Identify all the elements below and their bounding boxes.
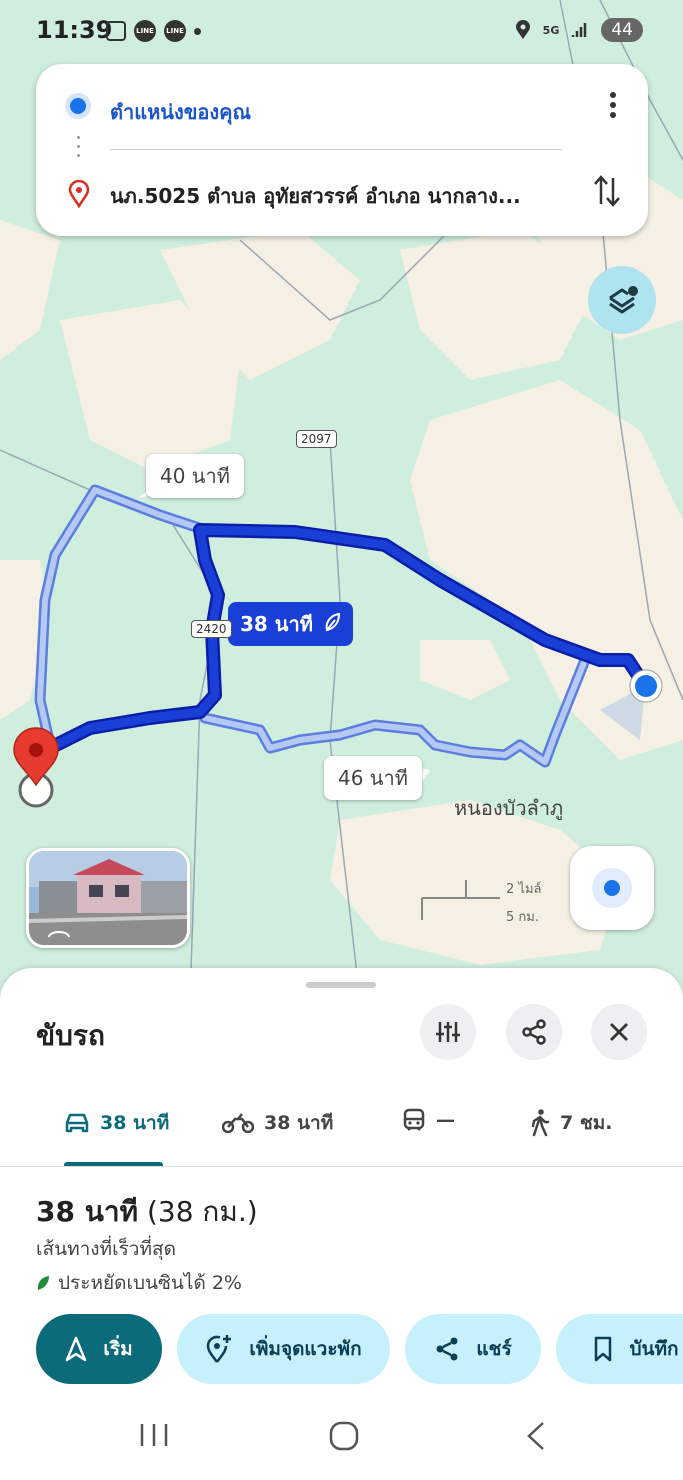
- directions-sheet: ขับรถ 38 นาที 38 นาที — 7 ชม. 38 นาที (3…: [0, 968, 683, 1480]
- line-icon: LINE: [164, 20, 186, 42]
- add-stop-button[interactable]: เพิ่มจุดแวะพัก: [177, 1314, 390, 1384]
- route-time-bubble-main[interactable]: 38 นาที: [228, 602, 353, 646]
- tab-transit-label: —: [436, 1109, 455, 1131]
- close-button[interactable]: [591, 1004, 647, 1060]
- route-card: ตำแหน่งของคุณ นภ.5025 ตำบล อุทัยสวรรค์ อ…: [36, 64, 648, 236]
- route-time-bubble-46[interactable]: 46 นาที: [324, 756, 422, 800]
- back-icon[interactable]: [524, 1420, 548, 1452]
- route-time-bubble-40[interactable]: 40 นาที: [146, 454, 244, 498]
- my-location-icon: [592, 868, 632, 908]
- recent-apps-icon[interactable]: [138, 1420, 170, 1450]
- tab-drive-label: 38 นาที: [100, 1112, 170, 1134]
- status-time: 11:39: [36, 16, 113, 44]
- share-icon: [522, 1019, 546, 1045]
- main-route-time: 38 นาที: [240, 612, 313, 636]
- tab-walk[interactable]: 7 ชม.: [530, 1108, 612, 1138]
- destination-row[interactable]: นภ.5025 ตำบล อุทัยสวรรค์ อำเภอ นากลาง...: [36, 174, 648, 214]
- swap-route-button[interactable]: [592, 174, 622, 212]
- signal-icon: [572, 23, 587, 37]
- fuel-saving-note: ประหยัดเบนซินได้ 2%: [36, 1268, 242, 1298]
- summary-time: 38 นาที: [36, 1195, 139, 1228]
- eco-leaf-icon: [37, 1276, 49, 1290]
- share-icon: [436, 1337, 458, 1361]
- system-nav-bar: [0, 1400, 683, 1480]
- layers-button[interactable]: [588, 266, 656, 334]
- route-summary: 38 นาที (38 กม.): [36, 1190, 258, 1234]
- home-icon[interactable]: [328, 1420, 360, 1452]
- train-icon: [403, 1108, 425, 1131]
- my-location-button[interactable]: [570, 846, 654, 930]
- sheet-drag-handle[interactable]: [306, 982, 376, 988]
- battery-indicator: 44: [601, 18, 643, 42]
- tab-walk-label: 7 ชม.: [560, 1112, 613, 1134]
- summary-distance: (38 กม.): [146, 1195, 258, 1228]
- more-options-button[interactable]: [608, 92, 618, 122]
- route-divider: [110, 149, 562, 150]
- start-label: เริ่ม: [103, 1338, 133, 1360]
- start-button[interactable]: เริ่ม: [36, 1314, 162, 1384]
- layers-icon: [609, 286, 638, 314]
- travel-mode-tabs: 38 นาที 38 นาที — 7 ชม.: [0, 1098, 683, 1168]
- origin-dot-icon: [70, 98, 86, 114]
- screenshot-icon: [106, 21, 126, 41]
- share-directions-button[interactable]: [506, 1004, 562, 1060]
- more-vert-icon: [610, 92, 616, 118]
- fastest-route-label: เส้นทางที่เร็วที่สุด: [36, 1238, 176, 1260]
- tab-motorcycle-label: 38 นาที: [264, 1112, 334, 1134]
- motorcycle-icon: [222, 1113, 254, 1133]
- map-scale: 2 ไมล์ 5 กม.: [420, 876, 550, 926]
- tune-icon: [436, 1022, 460, 1042]
- save-button[interactable]: บันทึก: [556, 1314, 683, 1384]
- status-bar: 11:39 LINE LINE 5G 44: [0, 0, 683, 62]
- add-location-icon: [207, 1335, 232, 1363]
- 5g-signal-icon: 5G: [542, 23, 560, 37]
- navigation-arrow-icon: [66, 1336, 87, 1362]
- eco-leaf-icon: [323, 612, 341, 637]
- origin-row[interactable]: ตำแหน่งของคุณ: [36, 90, 648, 130]
- scale-km: 5 กม.: [506, 910, 539, 925]
- bookmark-icon: [595, 1336, 612, 1362]
- share-button[interactable]: แชร์: [405, 1314, 541, 1384]
- scale-miles: 2 ไมล์: [506, 882, 542, 897]
- close-icon: [610, 1023, 628, 1041]
- route-dots: [77, 136, 80, 164]
- walk-icon: [531, 1109, 550, 1137]
- tabs-divider: [0, 1166, 683, 1167]
- share-label: แชร์: [476, 1338, 512, 1360]
- line-icon: LINE: [134, 20, 156, 42]
- place-label: หนองบัวลำภู: [454, 796, 564, 820]
- add-stop-label: เพิ่มจุดแวะพัก: [249, 1338, 362, 1360]
- destination-label: นภ.5025 ตำบล อุทัยสวรรค์ อำเภอ นากลาง...: [110, 184, 521, 208]
- origin-label: ตำแหน่งของคุณ: [110, 100, 252, 124]
- tab-motorcycle[interactable]: 38 นาที: [222, 1108, 333, 1138]
- tab-drive[interactable]: 38 นาที: [64, 1108, 169, 1138]
- road-shield-2097: 2097: [296, 430, 337, 448]
- destination-pin-icon: [68, 180, 90, 208]
- fuel-saving-text: ประหยัดเบนซินได้ 2%: [58, 1272, 242, 1294]
- swap-icon: [594, 175, 620, 207]
- street-view-thumbnail[interactable]: [26, 848, 190, 948]
- route-options-button[interactable]: [420, 1004, 476, 1060]
- tab-transit[interactable]: —: [402, 1108, 455, 1132]
- road-shield-2420: 2420: [191, 620, 232, 638]
- dot-icon: [194, 27, 201, 35]
- save-label: บันทึก: [629, 1338, 679, 1360]
- location-icon: [515, 20, 530, 39]
- sheet-title: ขับรถ: [36, 1019, 105, 1052]
- car-icon: [65, 1113, 89, 1133]
